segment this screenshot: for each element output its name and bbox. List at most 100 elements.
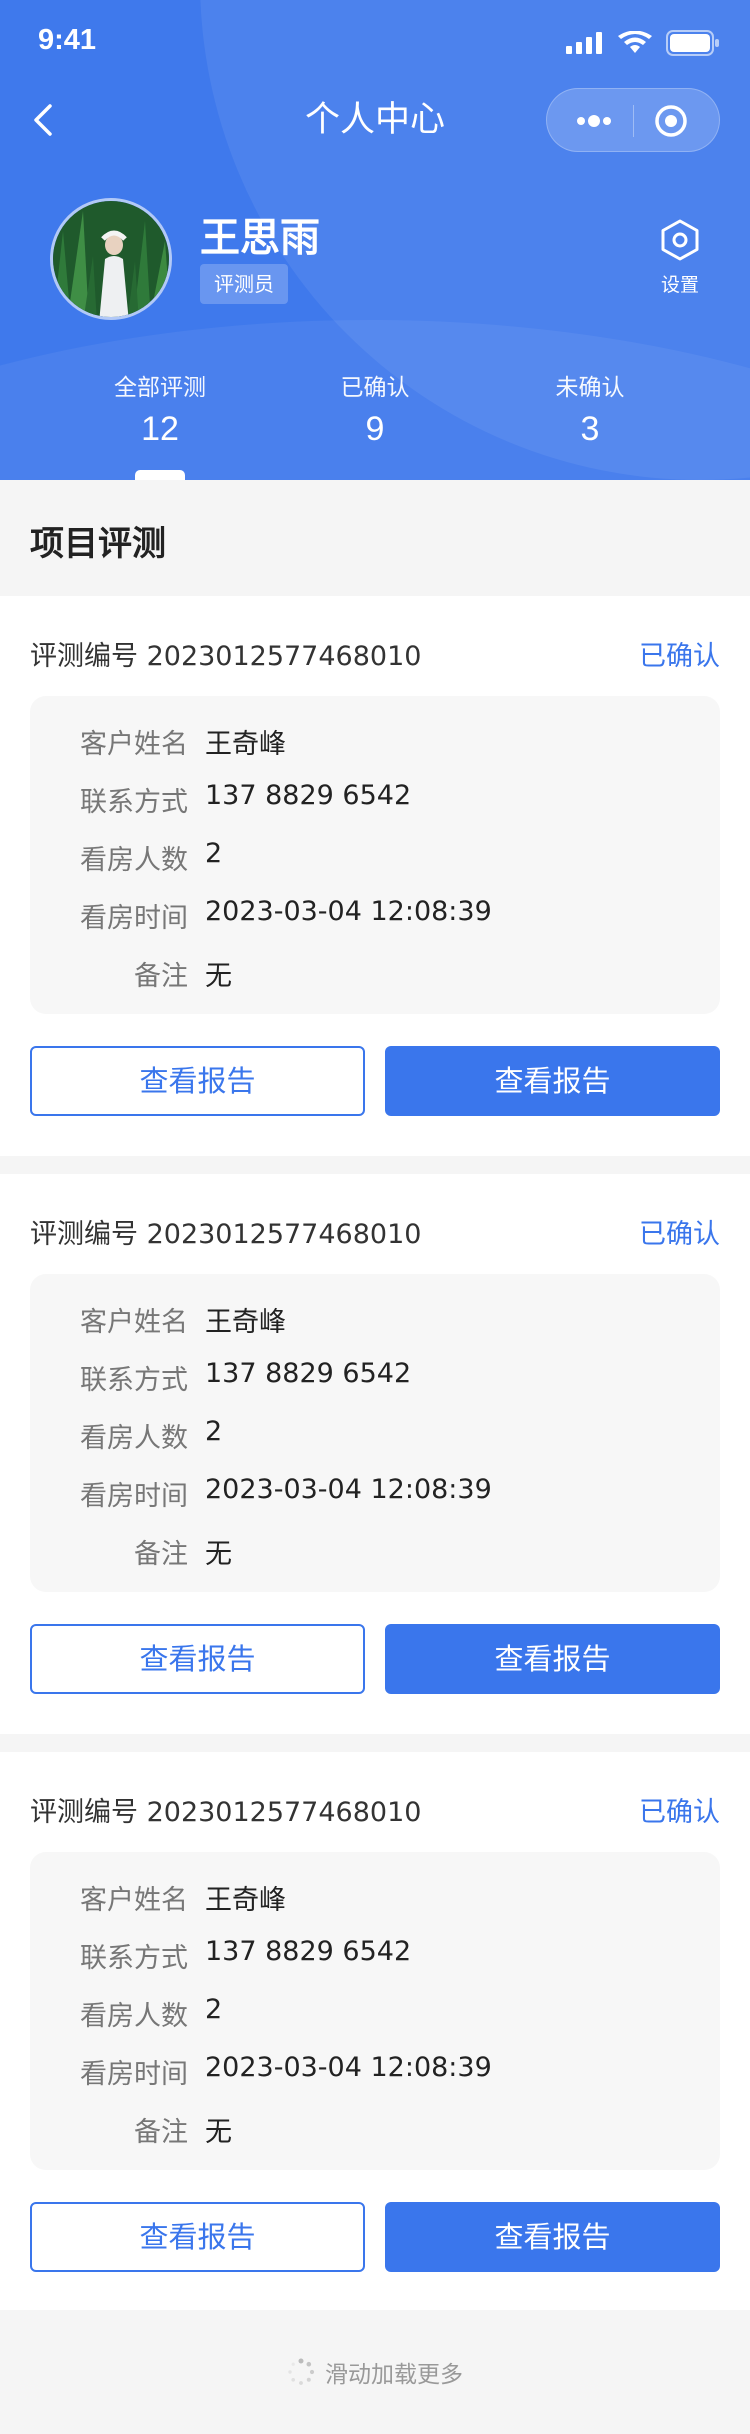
settings-hexagon-icon bbox=[661, 219, 699, 261]
signal-icon bbox=[566, 32, 602, 54]
remark: 无 bbox=[205, 2117, 232, 2148]
status-badge: 已确认 bbox=[639, 641, 720, 672]
stat-label: 全部评测 bbox=[114, 375, 206, 401]
user-name: 王思雨 bbox=[200, 215, 320, 261]
more-icon[interactable] bbox=[565, 101, 621, 141]
stat-value: 3 bbox=[580, 410, 600, 448]
customer-name: 王奇峰 bbox=[205, 1885, 286, 1916]
view-report-button-outline[interactable]: 查看报告 bbox=[30, 1624, 365, 1694]
info-label: 联系方式 bbox=[80, 787, 188, 818]
stat-all[interactable]: 全部评测 12 bbox=[50, 368, 270, 449]
info-box: 客户姓名 王奇峰 联系方式 137 8829 6542 看房人数 2 看房时间 … bbox=[30, 1852, 720, 2170]
info-label: 备注 bbox=[134, 1539, 188, 1570]
viewer-count: 2 bbox=[205, 838, 223, 869]
load-more: 滑动加载更多 bbox=[0, 2310, 750, 2434]
info-label: 看房人数 bbox=[80, 845, 188, 876]
visit-time: 2023-03-04 12:08:39 bbox=[205, 2052, 492, 2083]
contact-phone: 137 8829 6542 bbox=[205, 780, 412, 811]
remark: 无 bbox=[205, 961, 232, 992]
customer-name: 王奇峰 bbox=[205, 1307, 286, 1338]
info-row-customer: 客户姓名 王奇峰 bbox=[30, 1878, 720, 1918]
info-label: 看房人数 bbox=[80, 1423, 188, 1454]
visit-time: 2023-03-04 12:08:39 bbox=[205, 896, 492, 927]
info-row-viewers: 看房人数 2 bbox=[30, 1994, 720, 2034]
viewer-count: 2 bbox=[205, 1994, 223, 2025]
section-header: 项目评测 bbox=[0, 480, 750, 596]
info-row-remark: 备注 无 bbox=[30, 954, 720, 994]
info-label: 看房时间 bbox=[80, 2059, 188, 2090]
loading-spinner-icon bbox=[288, 2358, 315, 2385]
active-tab-indicator bbox=[135, 470, 185, 480]
view-report-button-outline[interactable]: 查看报告 bbox=[30, 1046, 365, 1116]
info-row-visit-time: 看房时间 2023-03-04 12:08:39 bbox=[30, 896, 720, 936]
info-label: 看房人数 bbox=[80, 2001, 188, 2032]
section-title: 项目评测 bbox=[30, 524, 166, 564]
view-report-button-primary[interactable]: 查看报告 bbox=[385, 1046, 720, 1116]
profile-header: 9:41 个人中心 王思雨 评测员 设置 全部评测 12 已确认 9 未确认 3 bbox=[0, 0, 750, 480]
close-target-icon[interactable] bbox=[651, 101, 691, 141]
evaluation-code: 评测编号 2023012577468010 bbox=[30, 1797, 422, 1828]
stat-value: 9 bbox=[365, 410, 385, 448]
role-badge: 评测员 bbox=[200, 264, 288, 304]
stat-confirmed[interactable]: 已确认 9 bbox=[265, 368, 485, 449]
info-row-viewers: 看房人数 2 bbox=[30, 1416, 720, 1456]
nav-bar: 个人中心 bbox=[0, 88, 750, 152]
info-row-contact: 联系方式 137 8829 6542 bbox=[30, 1936, 720, 1976]
info-row-remark: 备注 无 bbox=[30, 2110, 720, 2150]
card-header: 评测编号 2023012577468010 已确认 bbox=[30, 1790, 720, 1830]
stat-label: 未确认 bbox=[555, 375, 625, 401]
info-row-visit-time: 看房时间 2023-03-04 12:08:39 bbox=[30, 2052, 720, 2092]
evaluation-card: 评测编号 2023012577468010 已确认 客户姓名 王奇峰 联系方式 … bbox=[0, 1752, 750, 2312]
info-row-viewers: 看房人数 2 bbox=[30, 838, 720, 878]
info-row-contact: 联系方式 137 8829 6542 bbox=[30, 780, 720, 820]
info-label: 联系方式 bbox=[80, 1943, 188, 1974]
contact-phone: 137 8829 6542 bbox=[205, 1358, 412, 1389]
stat-value: 12 bbox=[141, 410, 179, 448]
info-label: 客户姓名 bbox=[80, 1307, 188, 1338]
settings-button[interactable]: 设置 bbox=[650, 218, 710, 302]
evaluation-card: 评测编号 2023012577468010 已确认 客户姓名 王奇峰 联系方式 … bbox=[0, 1174, 750, 1734]
view-report-button-primary[interactable]: 查看报告 bbox=[385, 2202, 720, 2272]
contact-phone: 137 8829 6542 bbox=[205, 1936, 412, 1967]
stat-label: 已确认 bbox=[340, 375, 410, 401]
status-badge: 已确认 bbox=[639, 1797, 720, 1828]
info-label: 客户姓名 bbox=[80, 729, 188, 760]
info-row-visit-time: 看房时间 2023-03-04 12:08:39 bbox=[30, 1474, 720, 1514]
info-label: 备注 bbox=[134, 2117, 188, 2148]
info-label: 看房时间 bbox=[80, 1481, 188, 1512]
info-box: 客户姓名 王奇峰 联系方式 137 8829 6542 看房人数 2 看房时间 … bbox=[30, 1274, 720, 1592]
settings-label: 设置 bbox=[660, 274, 699, 296]
info-row-customer: 客户姓名 王奇峰 bbox=[30, 722, 720, 762]
info-row-customer: 客户姓名 王奇峰 bbox=[30, 1300, 720, 1340]
evaluation-card: 评测编号 2023012577468010 已确认 客户姓名 王奇峰 联系方式 … bbox=[0, 596, 750, 1156]
load-more-text: 滑动加载更多 bbox=[325, 2362, 463, 2388]
visit-time: 2023-03-04 12:08:39 bbox=[205, 1474, 492, 1505]
info-label: 客户姓名 bbox=[80, 1885, 188, 1916]
battery-icon bbox=[666, 30, 719, 56]
status-icons bbox=[566, 28, 720, 58]
viewer-count: 2 bbox=[205, 1416, 223, 1447]
wifi-icon bbox=[618, 31, 652, 53]
avatar-image bbox=[53, 201, 169, 317]
info-label: 看房时间 bbox=[80, 903, 188, 934]
info-label: 联系方式 bbox=[80, 1365, 188, 1396]
view-report-button-primary[interactable]: 查看报告 bbox=[385, 1624, 720, 1694]
customer-name: 王奇峰 bbox=[205, 729, 286, 760]
evaluation-code: 评测编号 2023012577468010 bbox=[30, 641, 422, 672]
status-badge: 已确认 bbox=[639, 1219, 720, 1250]
info-box: 客户姓名 王奇峰 联系方式 137 8829 6542 看房人数 2 看房时间 … bbox=[30, 696, 720, 1014]
evaluation-code: 评测编号 2023012577468010 bbox=[30, 1219, 422, 1250]
mini-program-capsule bbox=[546, 88, 720, 152]
avatar bbox=[50, 198, 172, 320]
view-report-button-outline[interactable]: 查看报告 bbox=[30, 2202, 365, 2272]
remark: 无 bbox=[205, 1539, 232, 1570]
card-header: 评测编号 2023012577468010 已确认 bbox=[30, 1212, 720, 1252]
status-time: 9:41 bbox=[38, 24, 97, 56]
capsule-divider bbox=[633, 105, 634, 137]
card-header: 评测编号 2023012577468010 已确认 bbox=[30, 634, 720, 674]
info-row-remark: 备注 无 bbox=[30, 1532, 720, 1572]
status-bar: 9:41 bbox=[0, 0, 750, 88]
info-label: 备注 bbox=[134, 961, 188, 992]
stat-unconfirmed[interactable]: 未确认 3 bbox=[480, 368, 700, 449]
info-row-contact: 联系方式 137 8829 6542 bbox=[30, 1358, 720, 1398]
